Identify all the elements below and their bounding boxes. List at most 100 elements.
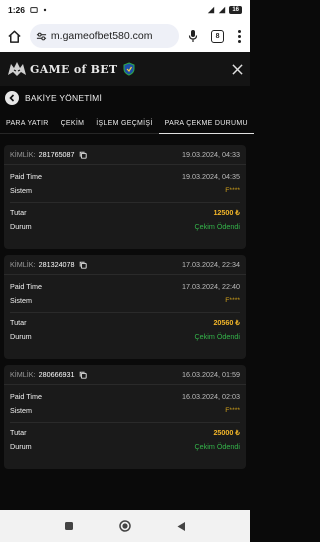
status-badge: Çekim Ödendi — [194, 441, 240, 451]
id-label: KİMLİK: — [10, 260, 36, 269]
amount-label: Tutar — [10, 207, 27, 217]
paid-time-label: Paid Time — [10, 171, 42, 181]
request-date: 17.03.2024, 22:34 — [182, 260, 240, 269]
back-button[interactable] — [5, 91, 19, 105]
close-button[interactable] — [230, 62, 244, 76]
transaction-id: 280666931 — [38, 370, 75, 379]
tab-deposit[interactable]: PARA YATIR — [0, 114, 55, 134]
site-logo[interactable]: GAME of BET — [6, 58, 136, 80]
system-row: Sistem F**** — [4, 293, 246, 307]
mic-icon — [189, 30, 198, 42]
close-icon — [231, 63, 243, 75]
paid-time-row: Paid Time 19.03.2024, 04:35 — [4, 169, 246, 183]
notification-dot-icon — [43, 8, 47, 12]
logo-text: GAME of BET — [30, 62, 118, 76]
tab-withdrawal-status[interactable]: PARA ÇEKME DURUMU — [158, 114, 254, 134]
amount-row: Tutar 20560 ₺ — [4, 315, 246, 329]
divider — [10, 197, 240, 203]
back-triangle-icon — [177, 521, 185, 531]
status-bar: 1:26 16 — [0, 0, 250, 20]
browser-menu-button[interactable] — [234, 27, 244, 45]
shield-icon — [123, 62, 135, 76]
system-label: Sistem — [10, 185, 32, 195]
status-time: 1:26 — [8, 5, 26, 15]
amount-value: 25000 ₺ — [213, 427, 240, 437]
signal-icon — [219, 6, 226, 14]
status-badge: Çekim Ödendi — [194, 331, 240, 341]
status-row: Durum Çekim Ödendi — [4, 329, 246, 343]
copy-icon[interactable] — [79, 261, 87, 269]
back-nav-button[interactable] — [175, 520, 187, 532]
browser-bar: m.gameofbet580.com 8 — [0, 20, 250, 52]
status-label: Durum — [10, 221, 32, 231]
site-info-icon[interactable] — [36, 31, 47, 42]
url-text: m.gameofbet580.com — [50, 30, 153, 42]
id-label: KİMLİK: — [10, 150, 36, 159]
status-row: Durum Çekim Ödendi — [4, 219, 246, 233]
divider — [10, 417, 240, 423]
paid-time-row: Paid Time 17.03.2024, 22:40 — [4, 279, 246, 293]
screen: 1:26 16 m.gameofbet580.com 8 GAME of BET… — [0, 0, 254, 542]
withdrawal-card: KİMLİK: 281324078 17.03.2024, 22:34 Paid… — [4, 255, 246, 359]
system-label: Sistem — [10, 295, 32, 305]
page-title: BAKİYE YÖNETİMİ — [25, 93, 103, 103]
card-header: KİMLİK: 281324078 17.03.2024, 22:34 — [4, 255, 246, 275]
system-value: F**** — [225, 406, 240, 414]
amount-value: 12500 ₺ — [213, 207, 240, 217]
request-date: 19.03.2024, 04:33 — [182, 150, 240, 159]
paid-time-label: Paid Time — [10, 391, 42, 401]
system-nav-bar — [0, 510, 250, 542]
recents-icon — [65, 522, 73, 530]
amount-row: Tutar 25000 ₺ — [4, 425, 246, 439]
paid-time-value: 19.03.2024, 04:35 — [182, 171, 240, 181]
paid-time-value: 17.03.2024, 22:40 — [182, 281, 240, 291]
back-arrow-icon — [9, 94, 15, 102]
signal-icon — [208, 6, 215, 14]
page-title-row: BAKİYE YÖNETİMİ — [0, 86, 250, 110]
tab-transaction-history[interactable]: İŞLEM GEÇMİŞİ — [90, 114, 158, 134]
withdrawal-card: KİMLİK: 280666931 16.03.2024, 01:59 Paid… — [4, 365, 246, 469]
message-icon — [30, 7, 38, 13]
id-label: KİMLİK: — [10, 370, 36, 379]
transaction-id: 281765087 — [38, 150, 75, 159]
amount-label: Tutar — [10, 317, 27, 327]
voice-search-button[interactable] — [185, 27, 201, 45]
amount-value: 20560 ₺ — [213, 317, 240, 327]
amount-row: Tutar 12500 ₺ — [4, 205, 246, 219]
home-button[interactable] — [6, 27, 24, 45]
system-value: F**** — [225, 296, 240, 304]
amount-label: Tutar — [10, 427, 27, 437]
notification-icons — [30, 6, 49, 14]
status-label: Durum — [10, 331, 32, 341]
card-header: KİMLİK: 281765087 19.03.2024, 04:33 — [4, 145, 246, 165]
tab-switcher-button[interactable]: 8 — [211, 29, 225, 43]
home-nav-button[interactable] — [119, 520, 131, 532]
system-icons: 16 — [207, 6, 242, 14]
divider — [10, 307, 240, 313]
more-vert-icon — [237, 29, 241, 33]
system-value: F**** — [225, 186, 240, 194]
copy-icon[interactable] — [79, 371, 87, 379]
recents-button[interactable] — [63, 520, 75, 532]
copy-icon[interactable] — [79, 151, 87, 159]
paid-time-value: 16.03.2024, 02:03 — [182, 391, 240, 401]
home-circle-icon — [119, 520, 131, 532]
wolf-logo-icon — [8, 62, 26, 76]
transaction-id: 281324078 — [38, 260, 75, 269]
status-badge: Çekim Ödendi — [194, 221, 240, 231]
paid-time-label: Paid Time — [10, 281, 42, 291]
system-row: Sistem F**** — [4, 183, 246, 197]
balance-tabs: PARA YATIR ÇEKİM İŞLEM GEÇMİŞİ PARA ÇEKM… — [0, 114, 254, 134]
card-header: KİMLİK: 280666931 16.03.2024, 01:59 — [4, 365, 246, 385]
status-label: Durum — [10, 441, 32, 451]
request-date: 16.03.2024, 01:59 — [182, 370, 240, 379]
home-icon — [8, 30, 22, 43]
site-header: GAME of BET — [0, 52, 250, 86]
tab-withdraw[interactable]: ÇEKİM — [55, 114, 91, 134]
system-label: Sistem — [10, 405, 32, 415]
withdrawal-card: KİMLİK: 281765087 19.03.2024, 04:33 Paid… — [4, 145, 246, 249]
paid-time-row: Paid Time 16.03.2024, 02:03 — [4, 389, 246, 403]
status-row: Durum Çekim Ödendi — [4, 439, 246, 453]
url-bar[interactable]: m.gameofbet580.com — [29, 24, 180, 48]
system-row: Sistem F**** — [4, 403, 246, 417]
